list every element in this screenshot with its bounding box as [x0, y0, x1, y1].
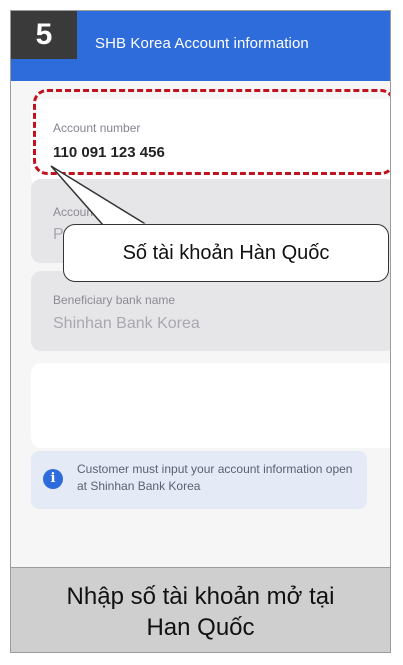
notice-box: i Customer must input your account infor… [31, 451, 367, 509]
blank-input-area [31, 363, 390, 448]
instruction-caption: Nhập số tài khoản mở tại Han Quốc [11, 567, 390, 652]
notice-text: Customer must input your account informa… [77, 462, 353, 493]
step-number-badge: 5 [11, 11, 77, 59]
info-icon: i [43, 469, 63, 489]
caption-line-2: Han Quốc [146, 613, 255, 641]
caption-line-1: Nhập số tài khoản mở tại [66, 582, 335, 610]
screenshot-frame: SHB Korea Account information 5 Account … [10, 10, 391, 653]
callout-label: Số tài khoản Hàn Quốc [63, 224, 389, 282]
beneficiary-bank-value: Shinhan Bank Korea [53, 315, 200, 332]
